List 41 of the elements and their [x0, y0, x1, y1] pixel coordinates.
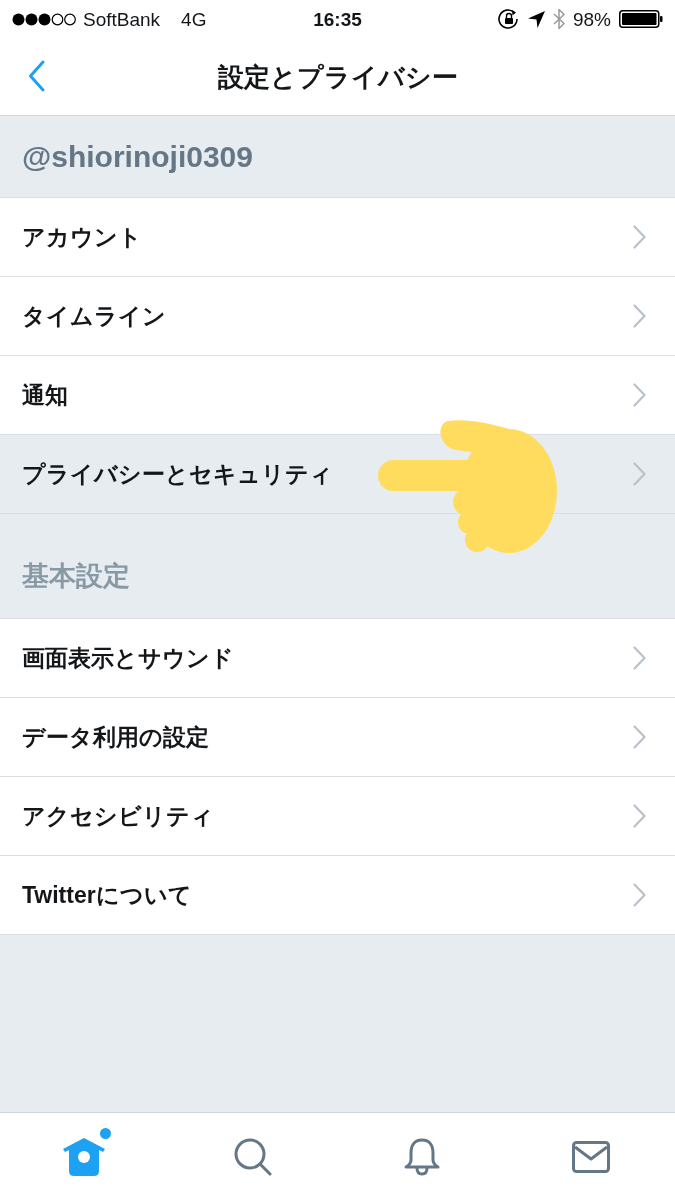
page-title: 設定とプライバシー	[217, 63, 458, 90]
row-label: アカウント	[22, 225, 143, 249]
row-label: タイムライン	[22, 304, 167, 328]
chevron-right-icon	[633, 646, 646, 670]
row-label: Twitterについて	[22, 883, 193, 907]
chevron-right-icon	[633, 304, 646, 328]
chevron-right-icon	[633, 383, 646, 407]
chevron-right-icon	[633, 804, 646, 828]
location-arrow-icon	[527, 10, 545, 28]
chevron-right-icon	[633, 883, 646, 907]
signal-strength-icon	[12, 12, 76, 26]
network-type: 4G	[181, 9, 207, 29]
back-chevron-icon	[27, 60, 45, 92]
settings-row[interactable]: 画面表示とサウンド	[0, 619, 675, 698]
chevron-right-icon	[633, 462, 646, 486]
chevron-right-icon	[633, 725, 646, 749]
pointing-hand-icon	[378, 418, 558, 554]
chevron-right-icon	[633, 225, 646, 249]
envelope-icon	[571, 1140, 610, 1173]
status-time: 16:35	[313, 9, 362, 29]
settings-row[interactable]: データ利用の設定	[0, 698, 675, 777]
bell-icon	[402, 1137, 441, 1176]
row-label: プライバシーとセキュリティ	[22, 462, 334, 486]
rotation-lock-icon	[497, 9, 520, 29]
bluetooth-icon	[552, 8, 565, 30]
settings-row[interactable]: タイムライン	[0, 277, 675, 356]
carrier-name: SoftBank	[83, 9, 161, 29]
row-label: 通知	[22, 383, 69, 407]
settings-row[interactable]: アカウント	[0, 198, 675, 277]
section-header: @shiorinoji0309	[22, 141, 253, 172]
section-header: 基本設定	[22, 562, 130, 590]
row-label: アクセシビリティ	[22, 804, 215, 828]
battery-percentage: 98%	[572, 9, 611, 29]
settings-row[interactable]: アクセシビリティ	[0, 777, 675, 856]
row-label: データ利用の設定	[22, 725, 210, 749]
settings-row[interactable]: Twitterについて	[0, 856, 675, 935]
settings-row[interactable]: 通知	[0, 356, 675, 435]
home-icon	[63, 1137, 106, 1176]
battery-icon	[619, 10, 663, 28]
row-label: 画面表示とサウンド	[22, 646, 235, 670]
search-icon	[234, 1137, 273, 1176]
